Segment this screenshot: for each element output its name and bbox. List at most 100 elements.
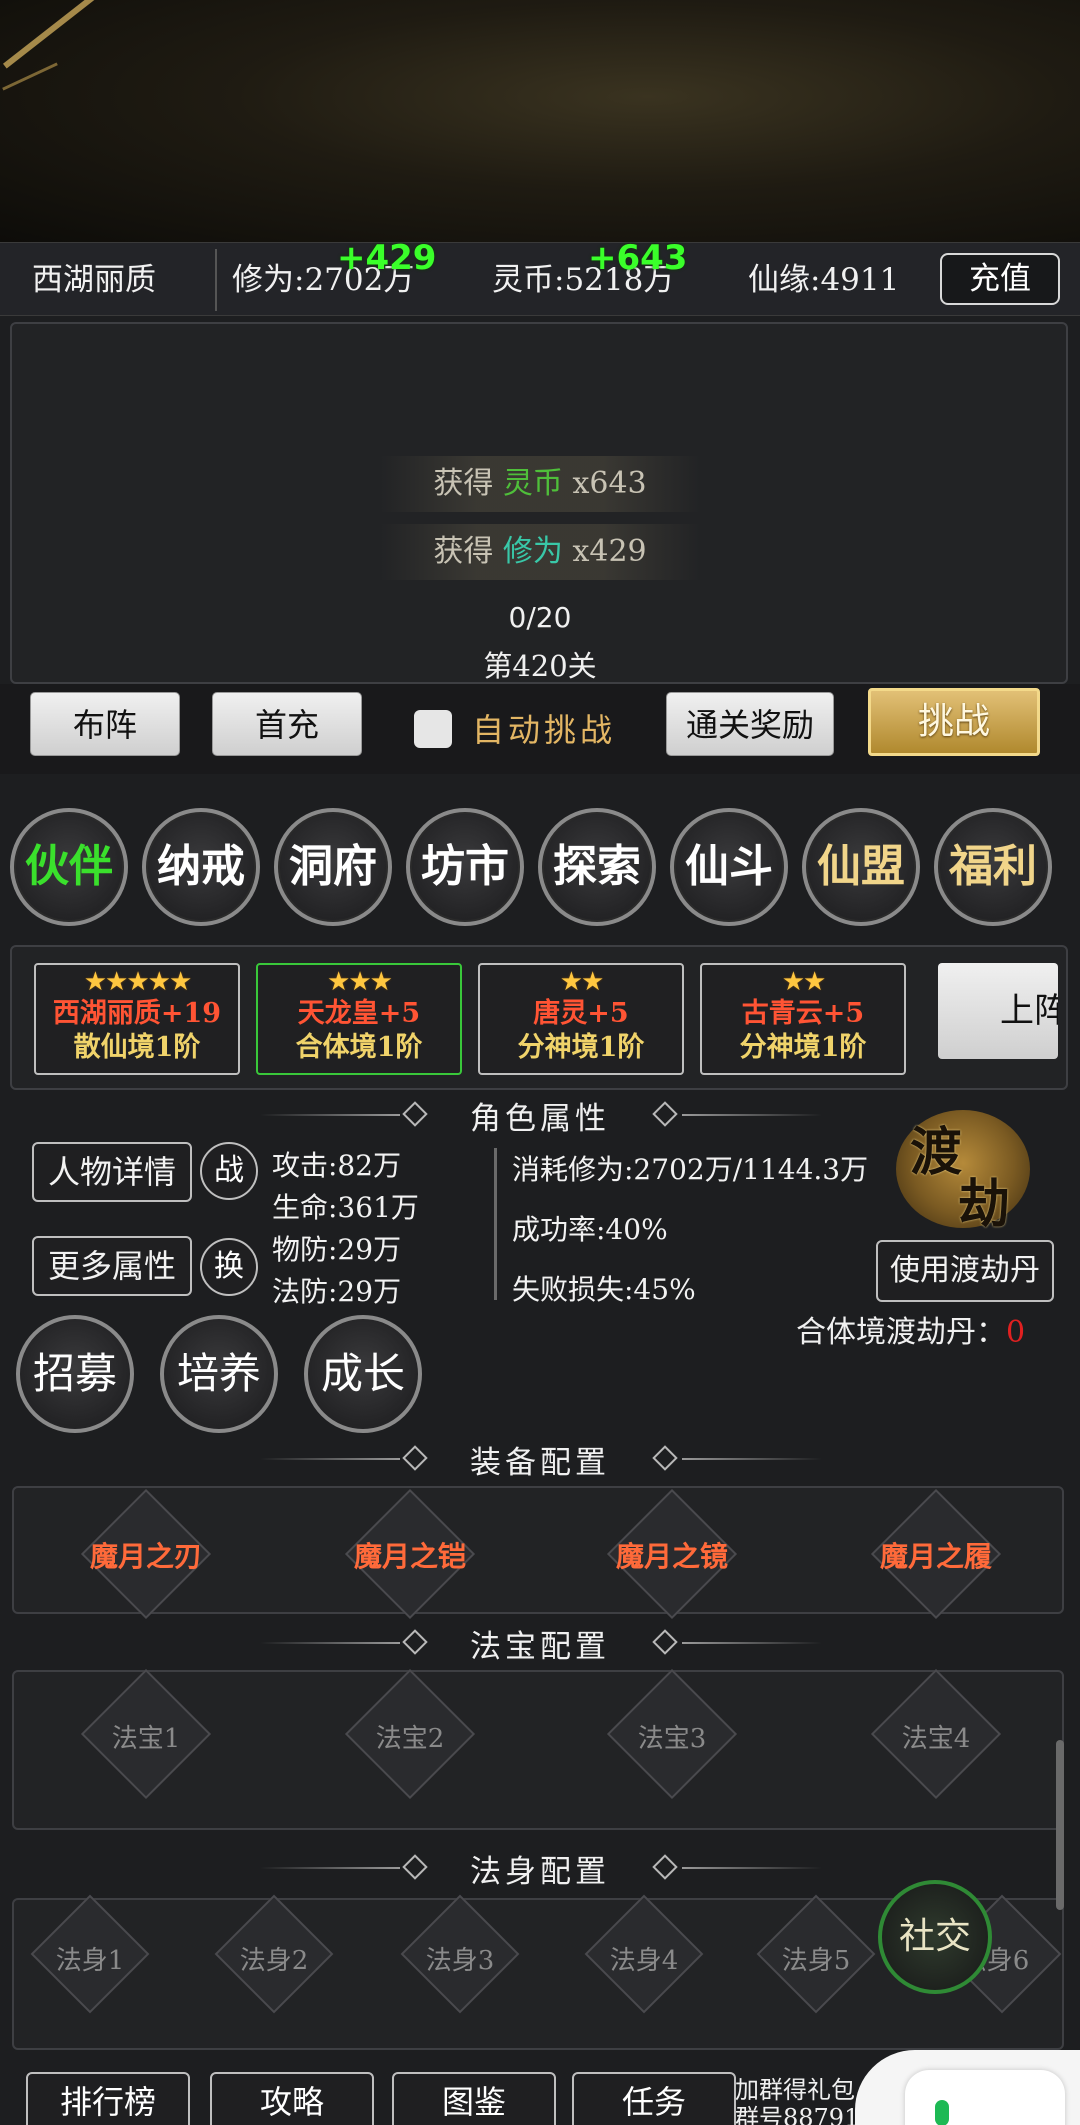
player-name[interactable]: 西湖丽质 [32,243,156,317]
more-attributes-button[interactable]: 更多属性 [32,1236,192,1296]
growth-button[interactable]: 成长 [304,1315,422,1433]
welfare-button[interactable]: 福利 [934,808,1052,926]
branch-decoration [2,0,118,69]
resource-bar: 西湖丽质 修为:2702万 +429 灵币:5218万 +643 仙缘:4911… [0,238,1080,317]
auto-challenge-checkbox[interactable] [414,710,452,748]
collection-button[interactable]: 图鉴 [392,2072,556,2125]
section-title-dharma-body: 法身配置 [470,1854,610,1890]
assistant-panel [905,2070,1065,2125]
divider [260,1867,400,1869]
pill-count-value: 0 [1006,1315,1026,1350]
arena-button[interactable]: 仙斗 [670,808,788,926]
star-rating-icon: ★★ [559,967,605,997]
reward-prefix: 获得 [433,466,494,501]
stage-label: 第420关 [483,649,597,683]
emblem-char: 劫 [958,1174,1011,1235]
partner-button[interactable]: 伙伴 [10,808,128,926]
recharge-button[interactable]: 充值 [940,253,1060,305]
divider [494,1148,497,1300]
star-rating-icon: ★★★ [327,967,393,997]
branch-decoration-2 [2,62,58,91]
assistant-icon [935,2100,949,2125]
challenge-button[interactable]: 挑战 [868,688,1040,756]
equipment-name: 魔月之镜 [615,1540,728,1573]
divider [682,1114,822,1116]
join-group-line: 加群得礼包 [735,2076,855,2104]
partner-name: 唐灵+5 [533,998,629,1029]
partner-realm: 分神境1阶 [517,1032,645,1063]
magic-defense-stat: 法防:29万 [272,1275,402,1308]
join-group-text[interactable]: 加群得礼包 群号887919 [735,2076,875,2125]
divider [260,1642,400,1644]
section-title-attributes: 角色属性 [470,1101,610,1137]
auto-challenge-label[interactable]: 自动挑战 [472,702,616,758]
formation-button[interactable]: 布阵 [30,692,180,756]
social-button[interactable]: 社交 [878,1880,992,1994]
character-detail-button[interactable]: 人物详情 [32,1142,192,1202]
lineup-button[interactable]: 上阵 [938,963,1058,1059]
guide-button[interactable]: 攻略 [210,2072,374,2125]
fate-stat: 仙缘:4911 [748,262,900,298]
reward-message: 获得 灵币 x643 [380,456,700,512]
dharma-body-label: 法身2 [239,1946,309,1976]
use-tribulation-pill-button[interactable]: 使用渡劫丹 [876,1240,1054,1302]
emblem-char: 渡 [910,1122,963,1183]
divider [682,1642,822,1644]
ranking-button[interactable]: 排行榜 [26,2072,190,2125]
battle-button[interactable]: 战 [200,1142,258,1200]
reward-amount: x429 [572,534,647,569]
success-rate: 成功率:40% [512,1213,668,1246]
wave-progress: 0/20 [508,601,572,634]
tribulation-emblem-icon[interactable]: 渡 劫 [896,1110,1030,1235]
reward-resource: 灵币 [502,466,563,501]
divider [682,1458,822,1460]
cultivate-button[interactable]: 培养 [160,1315,278,1433]
partner-realm: 合体境1阶 [295,1032,423,1063]
partner-panel: ★★★★★ 西湖丽质+19 散仙境1阶 ★★★ 天龙皇+5 合体境1阶 ★★ 唐… [10,945,1068,1090]
treasure-slot-label: 法宝4 [901,1724,971,1754]
consume-cultivation: 消耗修为:2702万/1144.3万 [512,1153,869,1186]
partner-name: 西湖丽质+19 [52,998,222,1029]
cultivation-stat: 修为:2702万 +429 [232,238,436,317]
task-button[interactable]: 任务 [572,2072,736,2125]
storage-ring-button[interactable]: 纳戒 [142,808,260,926]
floating-assistant-widget[interactable] [855,2050,1080,2125]
pill-label: 合体境渡劫丹： [796,1315,1006,1350]
partner-realm: 散仙境1阶 [73,1032,201,1063]
equipment-name: 魔月之履 [879,1540,992,1573]
partner-card[interactable]: ★★★★★ 西湖丽质+19 散仙境1阶 [34,963,240,1075]
alliance-button[interactable]: 仙盟 [802,808,920,926]
treasure-slot-label: 法宝2 [375,1724,445,1754]
explore-button[interactable]: 探索 [538,808,656,926]
cultivation-gain: +429 [337,238,437,278]
first-recharge-button[interactable]: 首充 [212,692,362,756]
cave-button[interactable]: 洞府 [274,808,392,926]
scrollbar[interactable] [1056,1740,1064,1910]
spirit-coin-gain: +643 [588,238,688,278]
divider [260,1114,400,1116]
physical-defense-stat: 物防:29万 [272,1233,402,1266]
hp-stat: 生命:361万 [272,1191,419,1224]
section-title-treasure: 法宝配置 [470,1629,610,1665]
partner-name: 古青云+5 [741,998,865,1029]
attack-stat: 攻击:82万 [272,1149,402,1182]
star-rating-icon: ★★ [781,967,827,997]
recruit-button[interactable]: 招募 [16,1315,134,1433]
partner-realm: 分神境1阶 [739,1032,867,1063]
failure-loss: 失败损失:45% [512,1273,696,1306]
partner-card[interactable]: ★★ 古青云+5 分神境1阶 [700,963,906,1075]
market-button[interactable]: 坊市 [406,808,524,926]
scene-background [0,0,1080,242]
treasure-slot-label: 法宝1 [111,1724,181,1754]
partner-name: 天龙皇+5 [297,998,421,1029]
swap-button[interactable]: 换 [200,1238,258,1296]
divider [260,1458,400,1460]
clear-reward-button[interactable]: 通关奖励 [666,692,834,756]
reward-amount: x643 [572,466,647,501]
equipment-name: 魔月之铠 [353,1540,466,1573]
dharma-body-label: 法身3 [425,1946,495,1976]
section-title-equipment: 装备配置 [470,1445,610,1481]
tribulation-pill-count: 合体境渡劫丹：0 [796,1307,1025,1351]
partner-card[interactable]: ★★★ 天龙皇+5 合体境1阶 [256,963,462,1075]
partner-card[interactable]: ★★ 唐灵+5 分神境1阶 [478,963,684,1075]
